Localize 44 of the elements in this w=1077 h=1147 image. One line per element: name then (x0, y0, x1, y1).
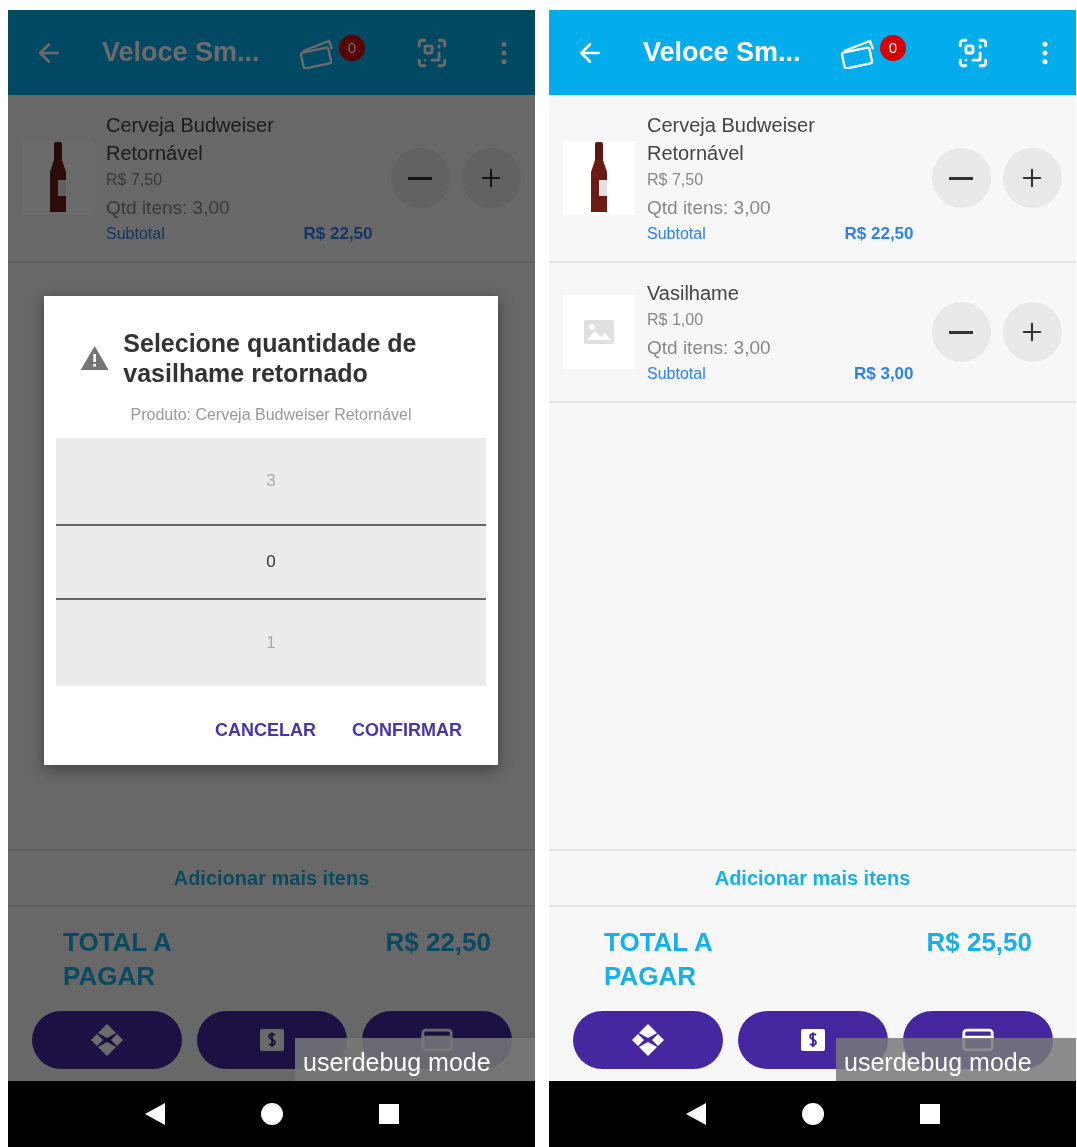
total-value: R$ 22,50 (385, 926, 491, 959)
payment-button[interactable] (573, 1011, 723, 1069)
product-name: Cerveja Budweiser Retornável (106, 113, 275, 166)
number-picker[interactable]: 3 0 1 (56, 438, 486, 686)
count-badge: 0 (339, 34, 365, 61)
product-name: Vasilhame (647, 281, 740, 306)
total-value: R$ 25,50 (926, 926, 1032, 959)
app-title: Veloce Sm... (643, 37, 802, 68)
debug-overlay: userdebug mode (295, 1038, 535, 1081)
subtotal-value: R$ 22,50 (844, 223, 914, 245)
picker-value[interactable]: 0 (56, 524, 486, 600)
item-quantity: Qtd itens: 3,00 (647, 196, 772, 220)
minus-icon (408, 176, 433, 180)
minus-icon (949, 330, 974, 334)
subtotal-label: Subtotal (647, 364, 706, 384)
subtotal-value: R$ 3,00 (854, 363, 914, 385)
cash-icon (260, 1029, 284, 1051)
cash-icon (801, 1029, 825, 1051)
subtotal-value: R$ 22,50 (303, 223, 373, 245)
product-price: R$ 1,00 (647, 310, 705, 330)
back-nav-icon[interactable] (144, 1103, 165, 1125)
product-name: Cerveja Budweiser Retornável (647, 113, 816, 166)
recents-nav-icon[interactable] (378, 1104, 399, 1124)
item-quantity: Qtd itens: 3,00 (647, 336, 772, 360)
home-nav-icon[interactable] (260, 1103, 283, 1125)
pix-icon (630, 1022, 666, 1058)
dialog-button[interactable]: CONFIRMAR (352, 720, 462, 741)
dialog-button[interactable]: CANCELAR (215, 720, 316, 741)
dialog-title: Selecione quantidade de vasilhame retornado (123, 328, 418, 388)
debug-overlay: userdebug mode (836, 1038, 1076, 1081)
app-title: Veloce Sm... (102, 37, 261, 68)
total-label: TOTAL A PAGAR (63, 926, 172, 993)
count-badge: 0 (880, 34, 906, 61)
recents-nav-icon[interactable] (919, 1104, 940, 1124)
pix-icon (89, 1022, 125, 1058)
minus-icon (949, 176, 974, 180)
total-label: TOTAL A PAGAR (604, 926, 713, 993)
image-placeholder-icon (584, 320, 614, 344)
home-nav-icon[interactable] (801, 1103, 824, 1125)
dialog-subtitle: Produto: Cerveja Budweiser Retornável (129, 406, 413, 424)
product-price: R$ 7,50 (647, 170, 705, 190)
subtotal-label: Subtotal (647, 224, 706, 244)
subtotal-label: Subtotal (106, 224, 165, 244)
back-nav-icon[interactable] (685, 1103, 706, 1125)
